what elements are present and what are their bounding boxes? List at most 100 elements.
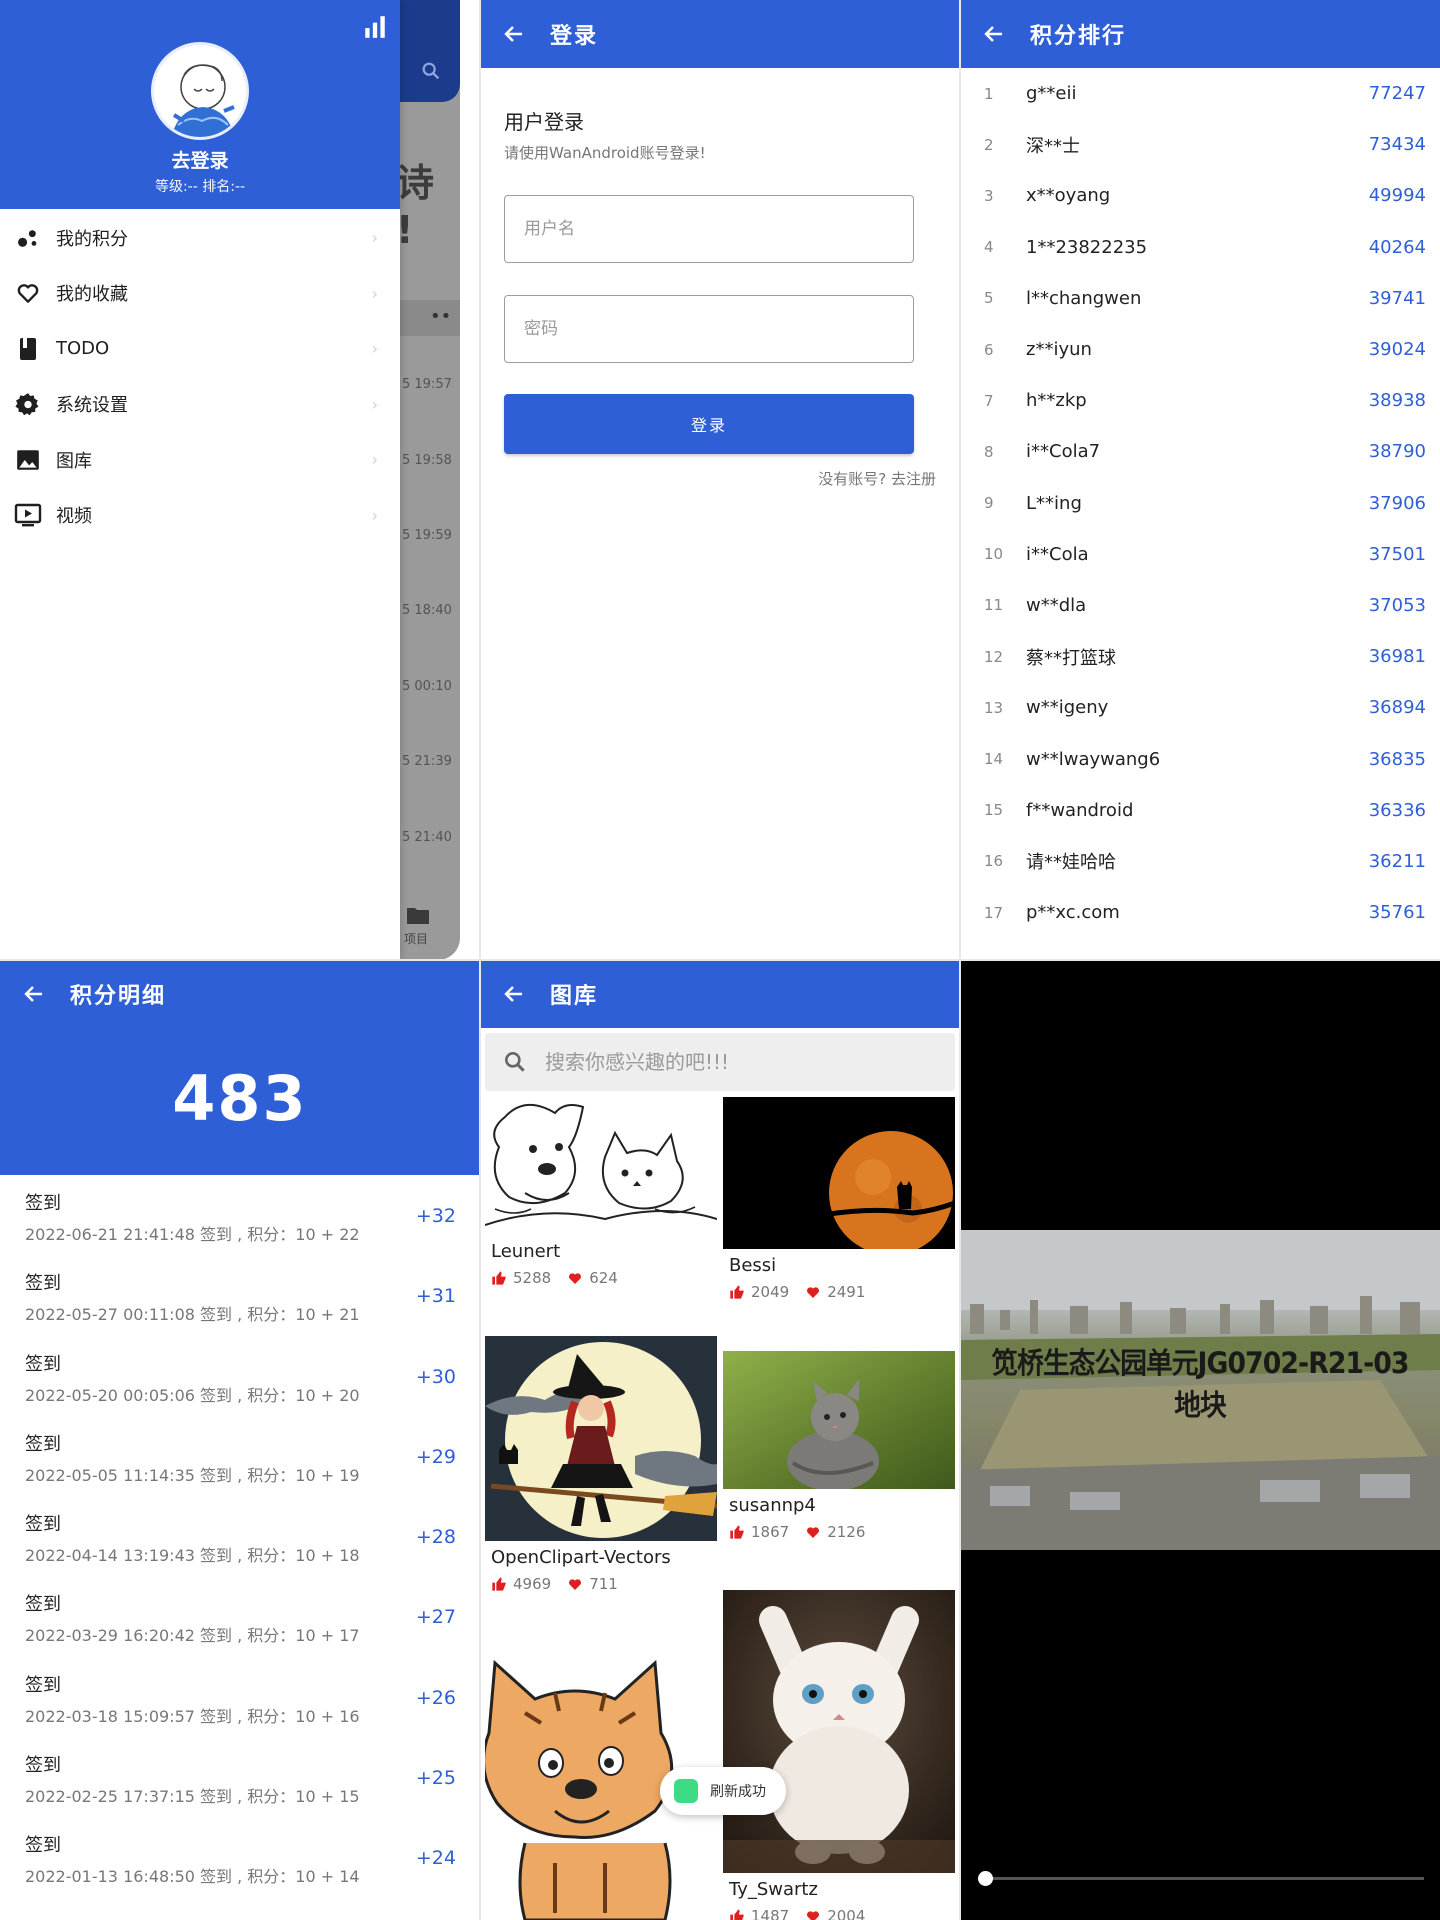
thumbs-up-icon: [492, 1577, 506, 1591]
gear-icon: [15, 393, 39, 416]
points-entry: 签到 2022-03-18 15:09:57 签到 , 积分：10 + 16 +26: [0, 1657, 480, 1737]
back-button[interactable]: [0, 960, 68, 1028]
rank-points: 36211: [1368, 850, 1426, 872]
menu-item-label: TODO: [56, 338, 110, 360]
ranking-row[interactable]: 15 f**wandroid 36336: [960, 785, 1440, 836]
gallery-image[interactable]: [723, 1351, 955, 1489]
password-field[interactable]: [504, 295, 914, 363]
rank-points: 38790: [1368, 441, 1426, 463]
password-input[interactable]: [505, 296, 913, 362]
video-player-screen[interactable]: 笕桥生态公园单元JG0702-R21-03地块: [960, 960, 1440, 1920]
video-frame[interactable]: 笕桥生态公园单元JG0702-R21-03地块: [960, 1230, 1440, 1550]
ranking-row[interactable]: 5 l**changwen 39741: [960, 273, 1440, 324]
ranking-row[interactable]: 13 w**igeny 36894: [960, 682, 1440, 733]
thumbs-up-icon: [730, 1909, 744, 1920]
rank-username: z**iyun: [1026, 339, 1092, 361]
seekbar-thumb[interactable]: [978, 1871, 993, 1886]
gallery-image[interactable]: [485, 1336, 717, 1541]
entry-value: +29: [415, 1445, 456, 1468]
ranking-row[interactable]: 12 蔡**打篮球 36981: [960, 631, 1440, 682]
avatar[interactable]: [151, 42, 249, 140]
rank-number: 2: [984, 135, 994, 154]
ranking-row[interactable]: 3 x**oyang 49994: [960, 170, 1440, 221]
toast-text: 刷新成功: [710, 1784, 766, 1800]
ranking-row[interactable]: 17 p**xc.com 35761: [960, 887, 1440, 938]
username-field[interactable]: [504, 195, 914, 263]
background-time: 5 19:58: [402, 453, 452, 468]
ranking-row[interactable]: 1 g**eii 77247: [960, 68, 1440, 119]
ranking-row[interactable]: 4 1**23822235 40264: [960, 222, 1440, 273]
rank-number: 16: [984, 852, 1004, 871]
ranking-row[interactable]: 16 请**娃哈哈 36211: [960, 836, 1440, 887]
gallery-image[interactable]: [723, 1097, 955, 1249]
gallery-card[interactable]: Ty_Swartz 1487 2004: [723, 1590, 955, 1920]
back-button[interactable]: [480, 0, 548, 68]
login-button[interactable]: 登录: [504, 394, 914, 454]
register-link[interactable]: 没有账号? 去注册: [818, 468, 936, 489]
ranking-row[interactable]: 9 L**ing 37906: [960, 478, 1440, 529]
gallery-image[interactable]: [485, 1097, 717, 1235]
app-bar: 图库: [480, 960, 960, 1028]
gallery-card[interactable]: Leunert 5288 624: [485, 1097, 717, 1292]
entry-value: +26: [415, 1686, 456, 1709]
ranking-row[interactable]: 11 w**dla 37053: [960, 580, 1440, 631]
gallery-card[interactable]: Bessi 2049 2491: [723, 1097, 955, 1307]
ranking-row[interactable]: 14 w**lwaywang6 36835: [960, 733, 1440, 784]
background-time: 5 18:40: [402, 603, 452, 618]
gallery-card[interactable]: susannp4 1867 2126: [723, 1351, 955, 1547]
entry-desc: 2022-03-18 15:09:57 签到 , 积分：10 + 16: [25, 1706, 360, 1726]
menu-item-todo[interactable]: TODO ›: [0, 321, 400, 377]
search-input[interactable]: [545, 1050, 955, 1074]
ranking-row[interactable]: 10 i**Cola 37501: [960, 529, 1440, 580]
ranking-row[interactable]: 2 深**士 73434: [960, 119, 1440, 170]
menu-item-favorites[interactable]: 我的收藏 ›: [0, 266, 400, 322]
back-button[interactable]: [480, 960, 548, 1028]
gallery-author: OpenClipart-Vectors: [491, 1547, 671, 1568]
points-detail-screen: 483 积分明细 签到 2022-06-21 21:41:48 签到 , 积分：1…: [0, 960, 480, 1920]
rank-username: 1**23822235: [1026, 236, 1148, 258]
back-button[interactable]: [960, 0, 1028, 68]
menu-item-video[interactable]: 视频 ›: [0, 488, 400, 544]
ranking-row[interactable]: 6 z**iyun 39024: [960, 324, 1440, 375]
chevron-right-icon: ›: [371, 228, 378, 248]
rank-number: 5: [984, 289, 994, 308]
rank-number: 12: [984, 647, 1004, 666]
ranking-icon[interactable]: [362, 14, 388, 40]
rank-number: 8: [984, 442, 994, 461]
menu-item-points[interactable]: 我的积分 ›: [0, 210, 400, 266]
ranking-row[interactable]: 7 h**zkp 38938: [960, 375, 1440, 426]
rank-number: 11: [984, 596, 1004, 615]
gallery-author: Ty_Swartz: [729, 1879, 818, 1900]
arrow-back-icon: [984, 26, 1002, 42]
gallery-card[interactable]: OpenClipart-Vectors 4969 711: [485, 1336, 717, 1598]
ranking-row[interactable]: 8 i**Cola7 38790: [960, 426, 1440, 477]
entry-title: 签到: [25, 1594, 61, 1616]
thumbs-up-icon: [492, 1271, 506, 1285]
favorite-count: 2004: [827, 1907, 866, 1920]
rank-points: 49994: [1368, 185, 1426, 207]
video-icon: [14, 504, 42, 527]
rank-number: 15: [984, 801, 1004, 820]
rank-points: 36981: [1368, 646, 1426, 668]
page-title: 图库: [550, 984, 599, 1009]
gallery-screen: 图库 Leunert: [480, 960, 960, 1920]
gallery-image[interactable]: [723, 1590, 955, 1873]
chevron-right-icon: ›: [371, 450, 378, 470]
login-subheading: 请使用WanAndroid账号登录!: [504, 144, 706, 162]
background-strip: ••: [400, 300, 460, 336]
username-input[interactable]: [505, 196, 913, 262]
video-seekbar[interactable]: [978, 1871, 1424, 1886]
page-title: 积分明细: [70, 984, 167, 1009]
entry-title: 签到: [25, 1353, 61, 1375]
background-toolbar: [400, 0, 460, 102]
points-list: 签到 2022-06-21 21:41:48 签到 , 积分：10 + 22 +32…: [0, 1175, 480, 1898]
login-prompt[interactable]: 去登录: [0, 146, 400, 173]
menu-item-gallery[interactable]: 图库 ›: [0, 432, 400, 488]
entry-value: +25: [415, 1767, 456, 1790]
like-count: 5288: [513, 1269, 552, 1287]
menu-item-settings[interactable]: 系统设置 ›: [0, 377, 400, 433]
app-bar: 积分排行: [960, 0, 1440, 68]
search-bar[interactable]: [485, 1033, 955, 1091]
rank-username: h**zkp: [1026, 390, 1087, 412]
favorite-count: 624: [589, 1269, 618, 1287]
